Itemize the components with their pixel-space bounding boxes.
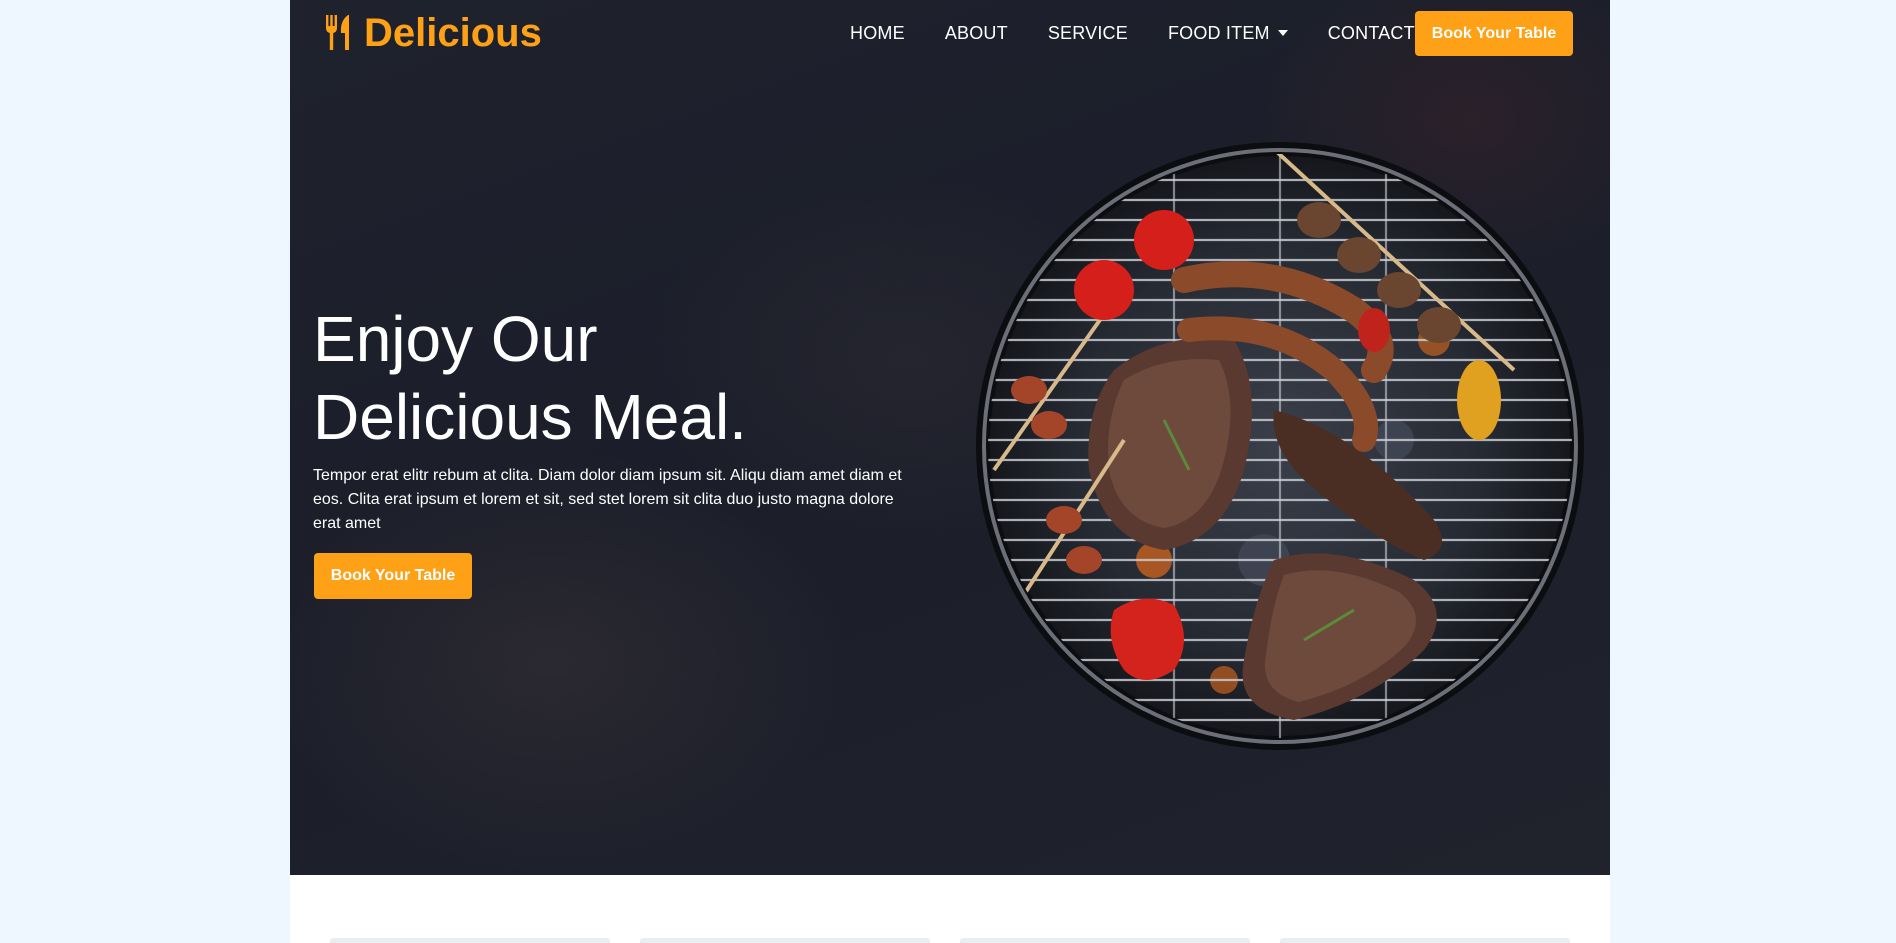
hero-title: Enjoy Our Delicious Meal. <box>313 300 873 456</box>
book-table-nav-button[interactable]: Book Your Table <box>1415 11 1573 56</box>
next-section <box>290 875 1610 943</box>
nav-home[interactable]: HOME <box>850 20 905 46</box>
nav-contact-label: CONTACT <box>1327 23 1415 43</box>
hero-section: Delicious HOME ABOUT SERVICE FOOD ITEM C… <box>290 0 1610 875</box>
caret-down-icon <box>1277 30 1288 36</box>
card-top-edge <box>1280 938 1570 943</box>
utensils-icon <box>326 15 349 50</box>
nav-about[interactable]: ABOUT <box>945 20 1008 46</box>
card-top-edge <box>640 938 930 943</box>
nav-home-label: HOME <box>850 23 905 43</box>
brand-name: Delicious <box>364 11 542 55</box>
hero-title-line-1: Enjoy Our <box>313 303 598 375</box>
hero-description: Tempor erat elitr rebum at clita. Diam d… <box>313 467 902 532</box>
book-table-hero-button[interactable]: Book Your Table <box>314 553 472 599</box>
bbq-grill-image <box>976 142 1584 750</box>
nav-service-label: SERVICE <box>1047 23 1128 43</box>
nav-service[interactable]: SERVICE <box>1048 20 1128 46</box>
brand-logo[interactable]: Delicious <box>324 8 542 58</box>
nav-about-label: ABOUT <box>944 23 1008 43</box>
nav-food-item-dropdown[interactable]: FOOD ITEM <box>1168 20 1288 46</box>
hero-title-line-2: Delicious Meal. <box>313 381 747 453</box>
card-top-edge <box>960 938 1250 943</box>
main-nav: HOME ABOUT SERVICE FOOD ITEM CONTACT <box>850 20 1455 46</box>
nav-contact[interactable]: CONTACT <box>1328 20 1415 46</box>
card-top-edge <box>330 938 610 943</box>
page: Delicious HOME ABOUT SERVICE FOOD ITEM C… <box>290 0 1610 943</box>
nav-food-item-label: FOOD ITEM <box>1167 23 1270 43</box>
